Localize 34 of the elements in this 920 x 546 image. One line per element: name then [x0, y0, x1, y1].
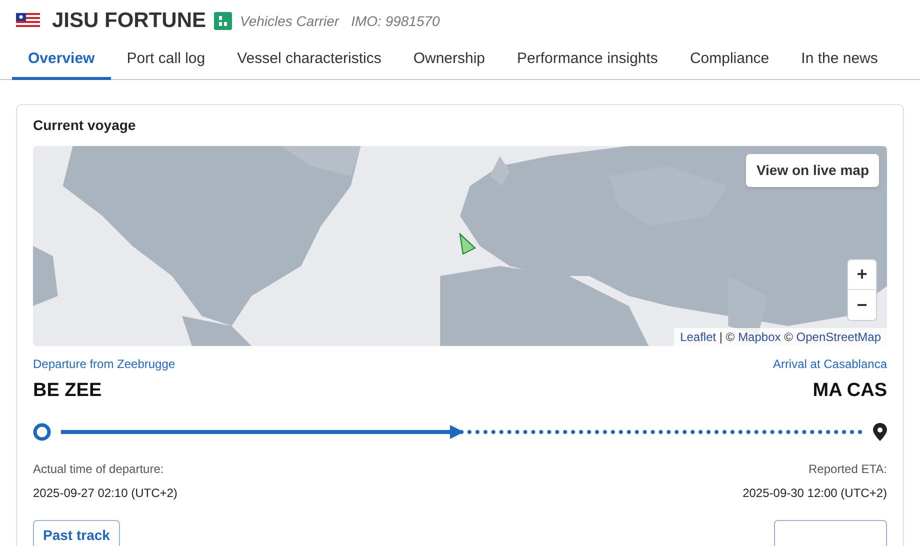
attribution-link[interactable]: Leaflet: [680, 330, 716, 344]
arrival-time-label: Reported ETA:: [808, 460, 887, 478]
tab[interactable]: In the news: [785, 42, 894, 80]
flag-icon: [16, 13, 40, 29]
attribution-link[interactable]: Mapbox: [738, 330, 781, 344]
action-button[interactable]: [774, 520, 887, 546]
imo-number: IMO: 9981570: [351, 12, 440, 30]
arrival-time: 2025-09-30 12:00 (UTC+2): [742, 484, 887, 502]
tab[interactable]: Overview: [12, 42, 111, 80]
departure-port-code: BE ZEE: [33, 379, 102, 403]
departure-time-label: Actual time of departure:: [33, 460, 164, 478]
tab[interactable]: Compliance: [674, 42, 786, 80]
zoom-out-button[interactable]: −: [848, 290, 876, 320]
attribution-separator: | ©: [718, 330, 736, 344]
location-pin-icon: [873, 422, 887, 440]
attribution-link[interactable]: OpenStreetMap: [796, 330, 881, 344]
vessel-type: Vehicles Carrier: [240, 12, 340, 30]
tab[interactable]: Port call log: [110, 42, 222, 80]
vessel-name: JISU FORTUNE: [52, 8, 206, 34]
attribution-separator: ©: [783, 330, 794, 344]
tab[interactable]: Ownership: [397, 42, 502, 80]
card-title: Current voyage: [33, 116, 137, 135]
arrival-label: Arrival at Casablanca: [772, 356, 887, 373]
departure-time: 2025-09-27 02:10 (UTC+2): [33, 484, 178, 502]
departure-label: Departure from Zeebrugge: [33, 356, 176, 373]
live-map-button[interactable]: View on live map: [746, 154, 879, 187]
tab[interactable]: Vessel characteristics: [221, 42, 398, 80]
vessel-type-icon: [214, 12, 232, 30]
zoom-in-button[interactable]: +: [848, 260, 876, 290]
tab[interactable]: Performance insights: [501, 42, 674, 80]
past-track-button[interactable]: Past track: [33, 520, 120, 546]
origin-icon: [33, 422, 51, 440]
arrival-port-code: MA CAS: [812, 379, 887, 403]
ship-icon: [457, 232, 477, 256]
